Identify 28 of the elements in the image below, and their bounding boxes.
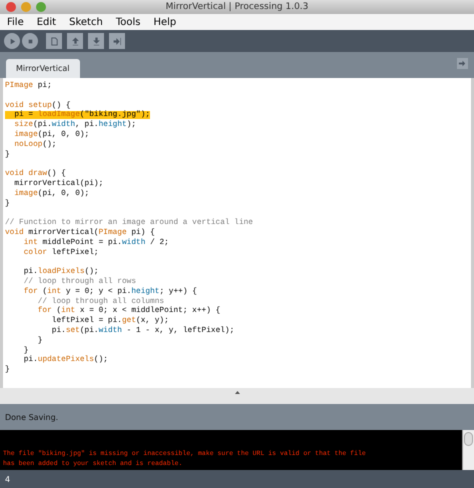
document-icon (50, 36, 58, 46)
up-arrow-icon (70, 36, 80, 46)
menu-item[interactable]: Tools (116, 16, 140, 28)
stop-icon (26, 36, 34, 46)
zoom-button[interactable] (36, 2, 46, 12)
down-arrow-icon (92, 36, 100, 46)
right-arrow-icon (458, 59, 467, 68)
stop-button[interactable] (22, 33, 38, 49)
tab-menu-button[interactable] (457, 58, 468, 69)
menu-item[interactable]: File (7, 16, 24, 28)
status-text: Done Saving. (5, 412, 58, 422)
new-button[interactable] (46, 33, 62, 49)
scrollbar[interactable] (462, 430, 474, 470)
tab[interactable]: MirrorVertical (6, 59, 80, 78)
menu-item[interactable]: Edit (36, 16, 56, 28)
export-button[interactable] (109, 33, 125, 49)
open-button[interactable] (67, 33, 83, 49)
code-editor[interactable] (0, 78, 474, 388)
save-button[interactable] (88, 33, 104, 49)
menu-item[interactable]: Help (153, 16, 176, 28)
menu-item[interactable]: Sketch (69, 16, 103, 28)
play-icon (8, 36, 16, 46)
close-button[interactable] (6, 2, 16, 12)
run-button[interactable] (4, 33, 20, 49)
caret-icon (234, 391, 240, 394)
line-number: 4 (5, 474, 10, 484)
right-arrow-icon (112, 36, 122, 46)
window-title: MirrorVertical | Processing 1.0.3 (166, 2, 308, 12)
